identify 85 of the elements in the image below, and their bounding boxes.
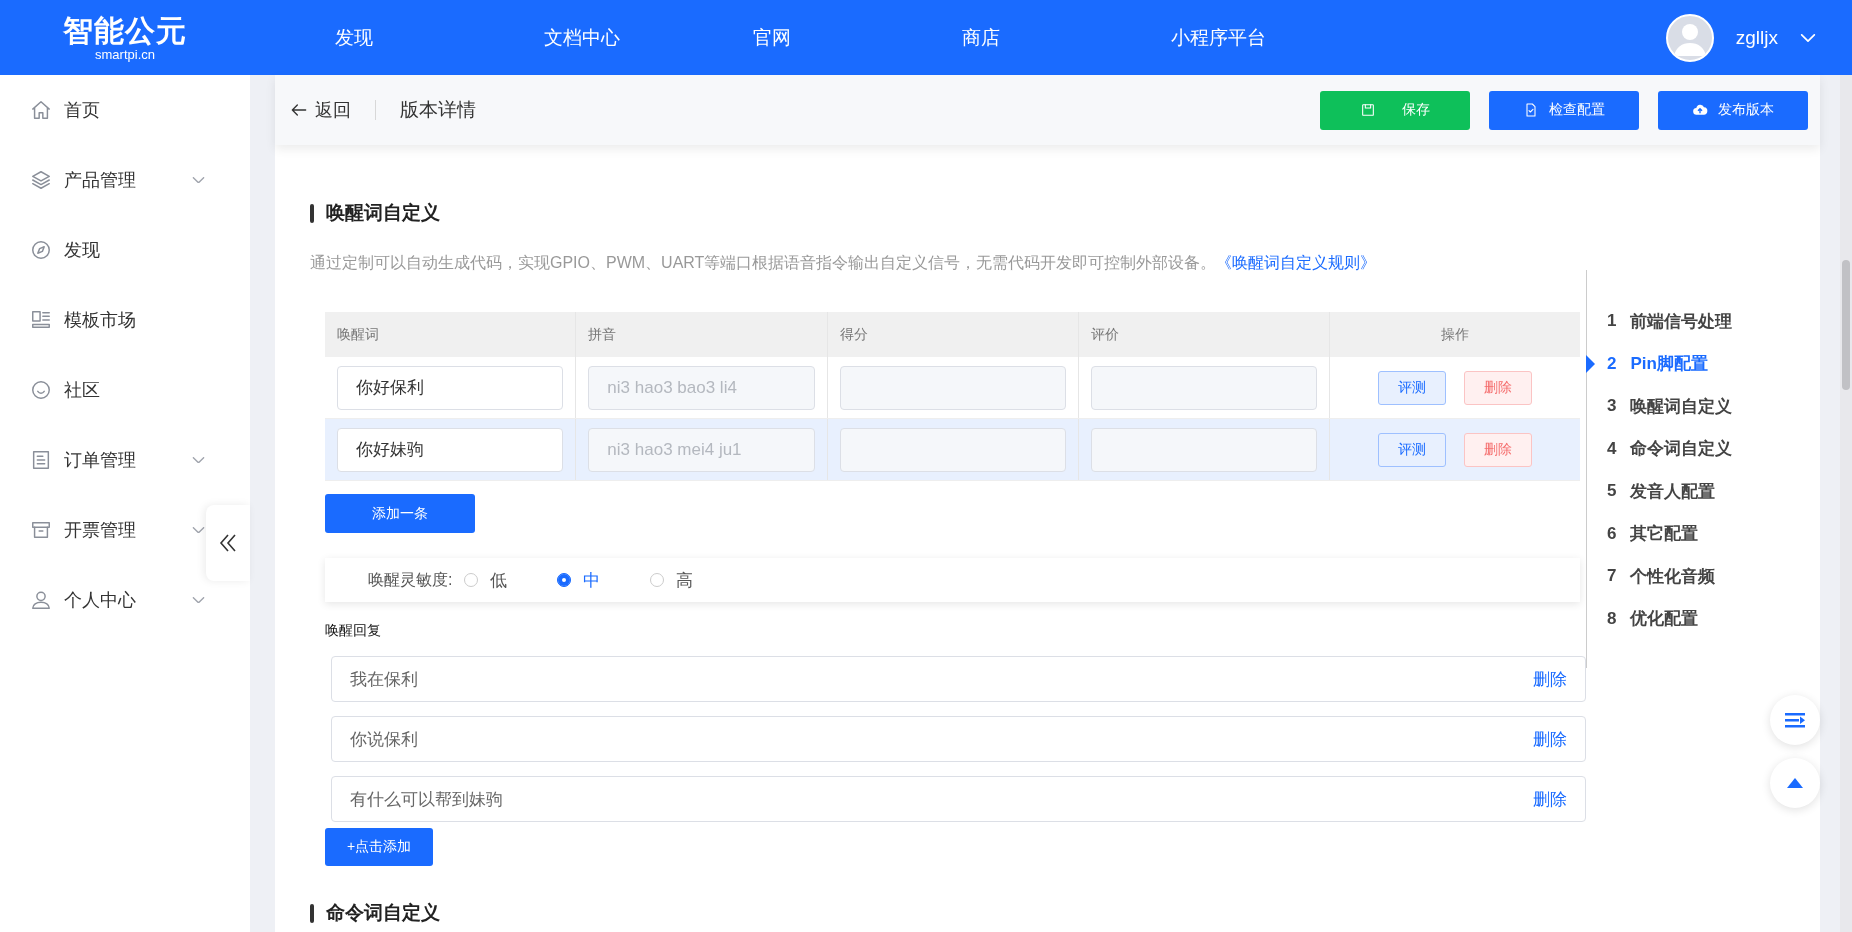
wake-word-field[interactable]: 你好保利 (337, 365, 564, 410)
outline-list-icon (1784, 711, 1806, 729)
evaluate-button[interactable]: 评测 (1378, 432, 1447, 467)
anchor-link[interactable]: 7 个性化音频 (1587, 555, 1820, 598)
rules-link[interactable]: 《唤醒词自定义规则》 (1216, 254, 1377, 271)
page-title: 版本详情 (400, 98, 477, 122)
sensitivity-label: 唤醒灵敏度: (368, 569, 453, 590)
reply-field[interactable]: 有什么可以帮到妹驹 删除 (331, 776, 1586, 822)
radio-option[interactable]: 中 (557, 568, 601, 592)
anchor-link[interactable]: 2 Pin脚配置 (1587, 342, 1820, 385)
smile-icon (30, 379, 52, 401)
sidebar-item[interactable]: 模板市场 (0, 285, 205, 355)
chevron-down-icon (192, 456, 205, 464)
nav-link[interactable]: 发现 (335, 24, 544, 51)
reply-text: 你说保利 (350, 728, 419, 751)
sidebar-item[interactable]: 首页 (0, 75, 205, 145)
reply-text: 我在保利 (350, 668, 419, 691)
nav-link[interactable]: 商店 (962, 24, 1171, 51)
chevron-down-icon (192, 176, 205, 184)
anchor-link[interactable]: 1 前端信号处理 (1587, 300, 1820, 343)
sidebar-item[interactable]: 发现 (0, 215, 205, 285)
collapse-button[interactable] (206, 505, 250, 581)
floppy-icon (1360, 102, 1376, 118)
up-triangle-icon (1786, 777, 1804, 789)
nav-link[interactable]: 文档中心 (544, 24, 753, 51)
publish-button[interactable]: 发布版本 (1658, 90, 1808, 130)
section-title: 唤醒词自定义 (326, 201, 440, 225)
logo[interactable]: 智能公元 smartpi.cn (0, 13, 250, 62)
section-title: 命令词自定义 (326, 901, 440, 925)
evaluate-button[interactable]: 评测 (1378, 370, 1447, 405)
column-header: 评价 (1078, 312, 1330, 357)
chevron-down-icon (192, 596, 205, 604)
anchor-link[interactable]: 4 命令词自定义 (1587, 427, 1820, 470)
pinyin-field: ni3 hao3 bao3 li4 (588, 365, 815, 410)
nav-link[interactable]: 小程序平台 (1171, 24, 1380, 51)
reply-label: 唤醒回复 (325, 622, 382, 640)
scrollbar[interactable] (1840, 75, 1852, 932)
back-button[interactable]: 返回 (289, 98, 351, 122)
column-header: 拼音 (575, 312, 828, 357)
wake-word-field[interactable]: 你好妹驹 (337, 427, 564, 472)
delete-link[interactable]: 删除 (1533, 727, 1567, 751)
reply-field[interactable]: 你说保利 删除 (331, 716, 1586, 762)
radio-icon[interactable] (650, 573, 665, 587)
anchor-link[interactable]: 3 唤醒词自定义 (1587, 385, 1820, 428)
user-icon (30, 589, 52, 611)
column-header: 得分 (827, 312, 1079, 357)
double-chevron-left-icon (218, 532, 238, 554)
file-check-icon (1523, 102, 1539, 118)
pointer-icon (1586, 354, 1595, 373)
pinyin-field: ni3 hao3 mei4 ju1 (588, 427, 815, 472)
layers-icon (30, 169, 52, 191)
home-icon (30, 99, 52, 121)
document-icon (30, 449, 52, 471)
reply-text: 有什么可以帮到妹驹 (350, 788, 504, 811)
radio-option[interactable]: 低 (464, 568, 508, 592)
anchor-link[interactable]: 5 发音人配置 (1587, 470, 1820, 513)
sidebar-item[interactable]: 社区 (0, 355, 205, 425)
chevron-down-icon (1800, 33, 1816, 42)
anchor-link[interactable]: 8 优化配置 (1587, 597, 1820, 640)
sidebar-item[interactable]: 产品管理 (0, 145, 205, 215)
radio-option[interactable]: 高 (650, 568, 694, 592)
column-header: 操作 (1329, 312, 1580, 357)
sidebar-item[interactable]: 开票管理 (0, 495, 205, 565)
anchor-link[interactable]: 6 其它配置 (1587, 512, 1820, 555)
check-button[interactable]: 检查配置 (1489, 90, 1639, 130)
section-description: 通过定制可以自动生成代码，实现GPIO、PWM、UART等端口根据语音指令输出自定义信号，无需代码开发即可控制外部设备。《唤醒词自定义规则》 (310, 253, 1378, 273)
radio-icon[interactable] (557, 573, 572, 587)
reply-field[interactable]: 我在保利 删除 (331, 656, 1586, 702)
sidebar-item[interactable]: 个人中心 (0, 565, 205, 635)
outline-button[interactable] (1770, 695, 1820, 745)
delete-link[interactable]: 删除 (1533, 787, 1567, 811)
username[interactable]: zglljx (1735, 26, 1778, 49)
chevron-down-icon (192, 526, 205, 534)
delete-link[interactable]: 删除 (1533, 667, 1567, 691)
column-header: 唤醒词 (325, 312, 576, 357)
cloud-upload-icon (1692, 102, 1708, 118)
radio-icon[interactable] (464, 573, 479, 587)
add-row-button[interactable]: 添加一条 (325, 494, 475, 533)
nav-link[interactable]: 官网 (753, 24, 962, 51)
archive-icon (30, 519, 52, 541)
template-icon (30, 309, 52, 331)
sidebar-item[interactable]: 订单管理 (0, 425, 205, 495)
scroll-top-button[interactable] (1770, 758, 1820, 808)
compass-icon (30, 239, 52, 261)
add-reply-button[interactable]: +点击添加 (325, 828, 433, 866)
